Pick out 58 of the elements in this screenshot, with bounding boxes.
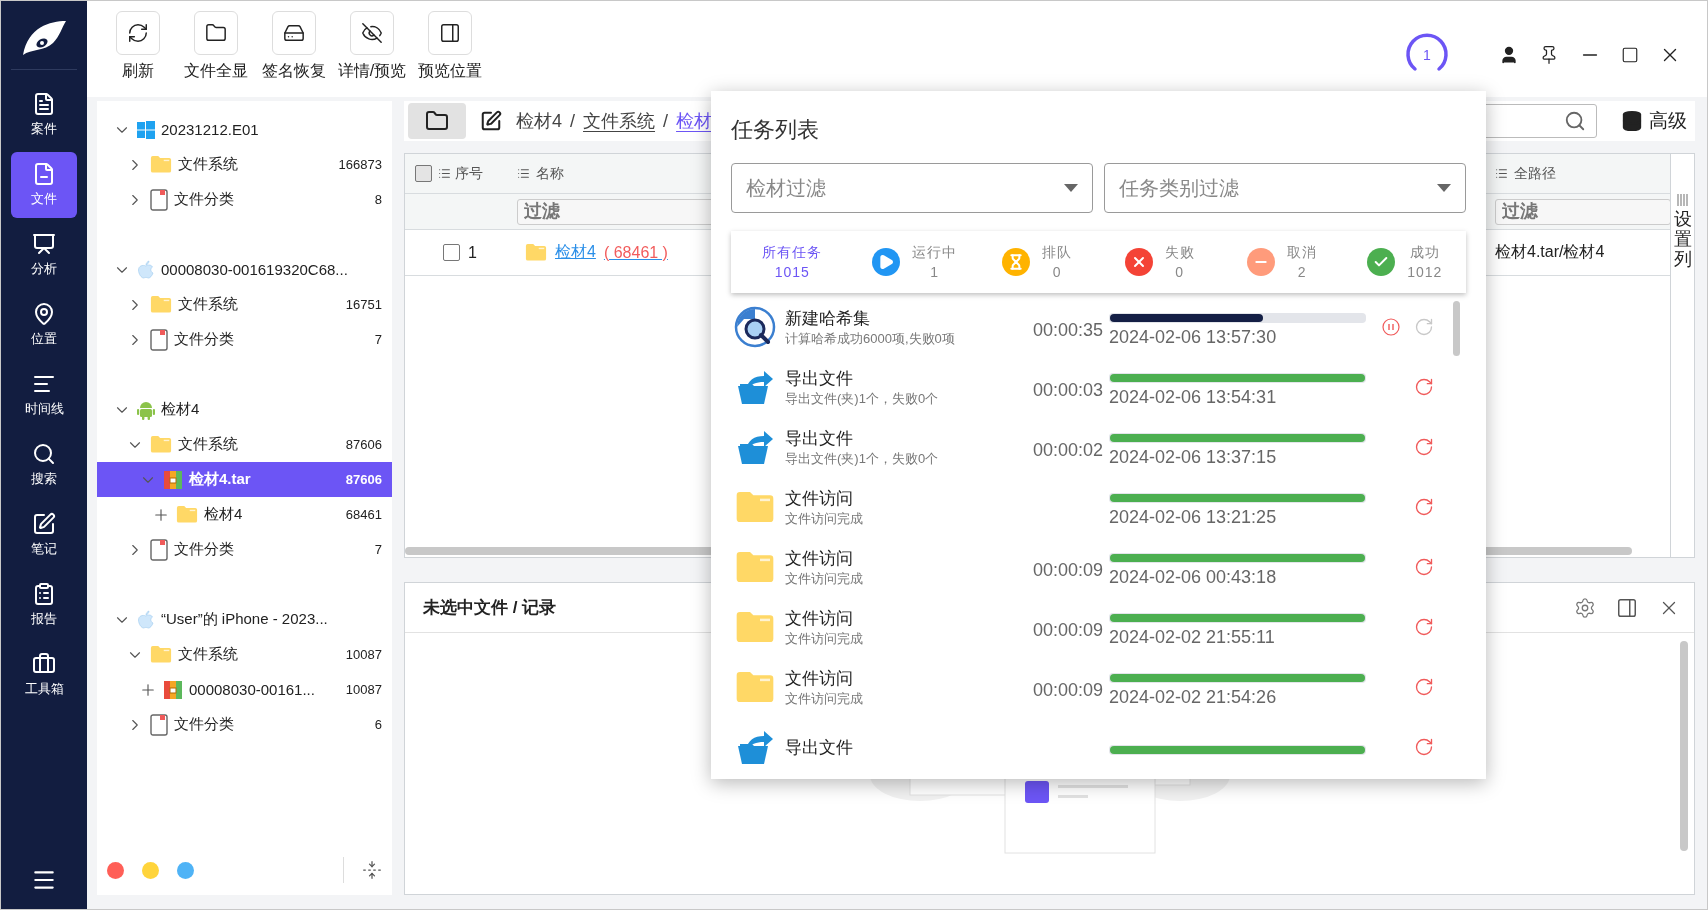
- task-date: 2024-02-06 13:37:15: [1109, 446, 1278, 468]
- item-count: 16751: [345, 297, 382, 312]
- task-title: 导出文件: [785, 736, 854, 759]
- task-subtitle: 文件访问完成: [785, 629, 864, 648]
- item-count: 166873: [338, 157, 382, 172]
- item-count: 7: [374, 332, 382, 347]
- task-date: 2024-02-02 21:55:11: [1109, 626, 1276, 648]
- task-duration: 00:00:09: [1031, 678, 1103, 701]
- task-duration: 00:00:35: [1031, 318, 1103, 341]
- task-date: 2024-02-06 13:54:31: [1109, 386, 1278, 408]
- status-count: 1: [930, 263, 940, 282]
- task-subtitle: 文件访问完成: [785, 689, 864, 708]
- item-count: 10087: [345, 647, 382, 662]
- item-count: 7: [374, 542, 382, 557]
- item-count: 87606: [345, 437, 382, 452]
- task-duration: 00:00:02: [1031, 438, 1103, 461]
- item-count: 10087: [345, 682, 382, 697]
- task-title: 导出文件: [785, 427, 854, 450]
- status-count: 2: [1297, 263, 1307, 282]
- breadcrumb-separator: /: [570, 110, 576, 132]
- status-count: 1012: [1407, 263, 1443, 282]
- table-cell: 1: [468, 243, 477, 262]
- item-count: 68461: [345, 507, 382, 522]
- status-label: 失败: [1164, 243, 1195, 262]
- task-date: 2024-02-02 21:54:26: [1109, 686, 1278, 708]
- status-count: 1015: [774, 263, 810, 282]
- item-count: 8: [374, 192, 382, 207]
- task-title: 文件访问: [785, 667, 854, 690]
- task-date: 2024-02-06 00:43:18: [1109, 566, 1278, 588]
- task-title: 文件访问: [785, 487, 854, 510]
- panel-title: 未选中文件 / 记录: [423, 597, 557, 619]
- status-label: 运行中: [912, 243, 958, 262]
- task-title: 文件访问: [785, 607, 854, 630]
- item-count: 6: [374, 717, 382, 732]
- status-count: 0: [1175, 263, 1185, 282]
- task-subtitle: 导出文件(夹)1个，失败0个: [785, 389, 940, 408]
- task-duration: 00:00:09: [1031, 618, 1103, 641]
- table-cell-text: 检材4.tar/检材4: [1495, 242, 1605, 262]
- item-count: 87606: [345, 472, 382, 487]
- task-title: 新建哈希集: [785, 307, 871, 330]
- task-subtitle: 计算哈希成功6000项,失败0项: [785, 329, 956, 348]
- status-label: 排队: [1042, 243, 1073, 262]
- status-label: 成功: [1409, 243, 1440, 262]
- task-subtitle: 文件访问完成: [785, 509, 864, 528]
- task-subtitle: 导出文件(夹)1个，失败0个: [785, 449, 940, 468]
- task-duration: 00:00:03: [1031, 378, 1103, 401]
- status-count: 0: [1052, 263, 1062, 282]
- status-label: 所有任务: [762, 243, 823, 262]
- popup-title: 任务列表: [731, 116, 820, 144]
- breadcrumb-separator: /: [663, 110, 669, 132]
- task-date: 2024-02-06 13:21:25: [1109, 506, 1278, 528]
- task-title: 导出文件: [785, 367, 854, 390]
- status-label: 取消: [1287, 243, 1318, 262]
- task-subtitle: 文件访问完成: [785, 569, 864, 588]
- task-title: 文件访问: [785, 547, 854, 570]
- task-date: 2024-02-06 13:57:30: [1109, 326, 1278, 348]
- task-duration: 00:00:09: [1031, 558, 1103, 581]
- breadcrumb-item: 检材4: [516, 110, 562, 133]
